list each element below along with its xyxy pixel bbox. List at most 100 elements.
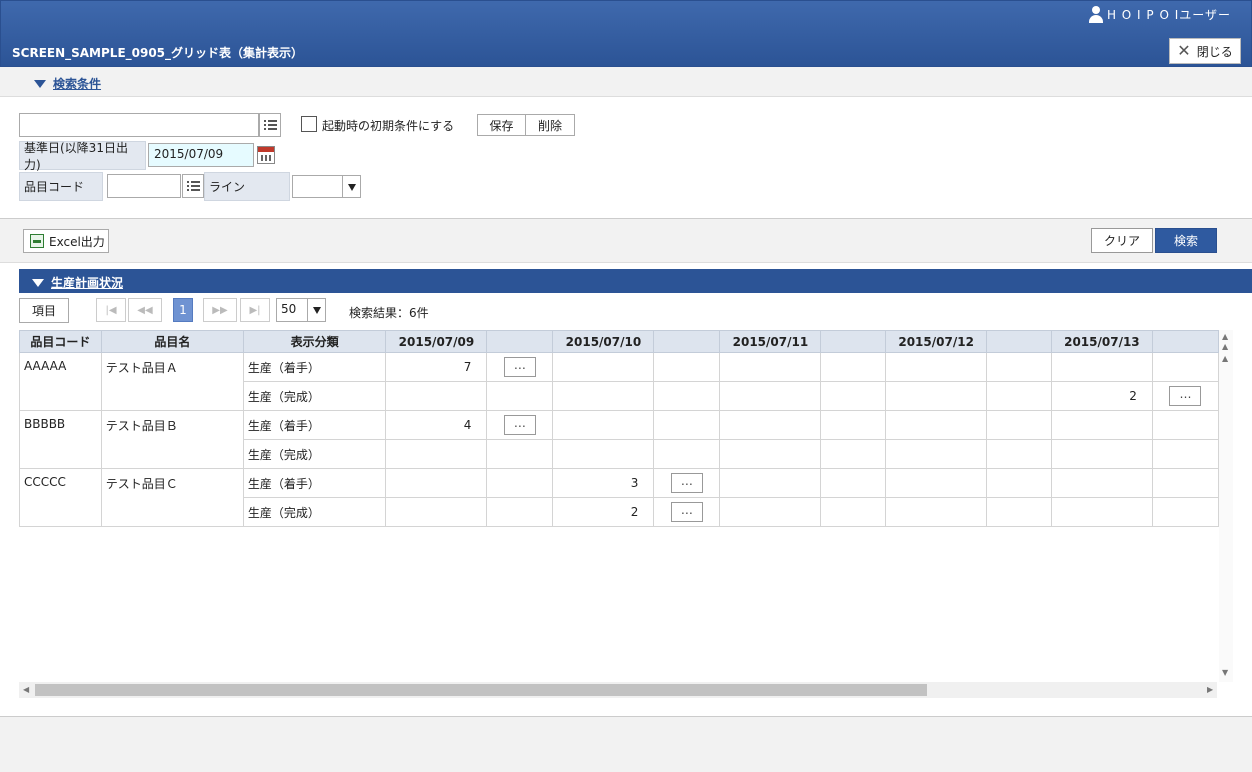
last-page-button[interactable]: ▶| [240, 298, 270, 322]
user-info[interactable]: H O I P O Iユーザー [1088, 6, 1231, 23]
user-name: H O I P O Iユーザー [1106, 8, 1231, 22]
detail-cell [1151, 497, 1219, 527]
detail-cell [1151, 439, 1219, 469]
columns-button[interactable]: 項目 [19, 298, 69, 323]
header-date[interactable]: 2015/07/11 [719, 330, 822, 353]
detail-cell [486, 468, 554, 498]
search-conditions-header: 検索条件 [0, 67, 1252, 97]
item-code-cell: CCCCC [19, 468, 102, 527]
value-cell [885, 352, 988, 382]
scroll-left-icon[interactable]: ◀ [23, 685, 29, 694]
item-code-cell: BBBBB [19, 410, 102, 469]
value-cell [552, 352, 655, 382]
result-section-toggle[interactable]: 生産計画状況 [32, 274, 123, 291]
result-section-header: 生産計画状況 [19, 269, 1252, 293]
scroll-right-icon[interactable]: ▶ [1207, 685, 1213, 694]
preset-condition-input[interactable] [19, 113, 259, 137]
detail-cell [986, 381, 1052, 411]
close-icon: ✕ [1177, 41, 1191, 60]
table-row[interactable]: AAAAA テスト品目Ａ 生産（着手） 7… [19, 352, 1219, 411]
detail-cell [986, 468, 1052, 498]
detail-button[interactable]: … [503, 357, 536, 377]
item-name-cell: テスト品目Ａ [100, 352, 244, 411]
result-section-label: 生産計画状況 [51, 276, 124, 290]
horizontal-scroll-thumb[interactable] [35, 684, 927, 696]
value-cell [885, 497, 988, 527]
value-cell [552, 381, 655, 411]
prev-page-icon: ◀◀ [137, 304, 153, 316]
header-date[interactable]: 2015/07/12 [885, 330, 988, 353]
clear-button[interactable]: クリア [1091, 228, 1153, 253]
base-date-input[interactable]: 2015/07/09 [148, 143, 254, 167]
header-date[interactable]: 2015/07/09 [385, 330, 488, 353]
value-cell [885, 410, 988, 440]
detail-cell [653, 381, 721, 411]
value-cell [1050, 352, 1153, 382]
action-bar: Excel出力 クリア 検索 [0, 219, 1252, 263]
excel-icon [30, 234, 44, 248]
result-count: 検索結果：6件 [349, 306, 429, 320]
next-page-button[interactable]: ▶▶ [203, 298, 237, 322]
scroll-up-icon[interactable]: ▲ [1222, 332, 1228, 341]
startup-default-checkbox[interactable] [301, 116, 317, 132]
current-page[interactable]: 1 [173, 298, 193, 322]
detail-cell [986, 410, 1052, 440]
prev-page-button[interactable]: ◀◀ [128, 298, 162, 322]
detail-cell [820, 497, 887, 527]
detail-cell [820, 381, 887, 411]
detail-cell [486, 497, 554, 527]
value-cell: 2 [552, 497, 655, 527]
line-select[interactable] [292, 175, 361, 198]
first-page-button[interactable]: |◀ [96, 298, 126, 322]
table-row[interactable]: BBBBB テスト品目Ｂ 生産（着手） 4… [19, 410, 1219, 469]
detail-cell: … [653, 497, 721, 527]
item-code-input[interactable] [107, 174, 181, 198]
base-date-label: 基準日(以降31日出力) [19, 141, 146, 172]
header-date[interactable]: 2015/07/13 [1050, 330, 1153, 353]
value-cell [385, 439, 488, 469]
category-cell: 生産（着手） [242, 468, 387, 498]
header-item-code[interactable]: 品目コード [19, 330, 102, 353]
header-item-name[interactable]: 品目名 [100, 330, 244, 353]
item-code-cell: AAAAA [19, 352, 102, 411]
value-cell [719, 410, 822, 440]
item-name-cell: テスト品目Ｂ [100, 410, 244, 469]
save-button[interactable]: 保存 [477, 114, 526, 136]
vertical-scrollbar[interactable]: ▲ ▲ ▲ ▼ [1219, 330, 1233, 682]
preset-list-button[interactable] [259, 113, 281, 137]
scroll-up-icon[interactable]: ▲ [1222, 342, 1228, 351]
first-page-icon: |◀ [105, 304, 117, 316]
item-code-label: 品目コード [19, 172, 103, 201]
list-icon [186, 181, 200, 191]
header-date[interactable]: 2015/07/10 [552, 330, 655, 353]
scroll-down-icon[interactable]: ▼ [1222, 668, 1228, 677]
calendar-icon[interactable] [257, 146, 275, 164]
detail-button[interactable]: … [1169, 386, 1202, 406]
detail-button[interactable]: … [503, 415, 536, 435]
scroll-up-icon[interactable]: ▲ [1222, 354, 1228, 363]
page-size-value: 50 [281, 302, 297, 316]
table-row[interactable]: CCCCC テスト品目Ｃ 生産（着手） 3… [19, 468, 1219, 527]
category-cell: 生産（完成） [242, 439, 387, 469]
page-size-select[interactable]: 50 [276, 298, 326, 322]
search-conditions-toggle[interactable]: 検索条件 [34, 75, 101, 92]
close-label: 閉じる [1196, 44, 1233, 59]
search-button[interactable]: 検索 [1155, 228, 1217, 253]
detail-button[interactable]: … [670, 473, 703, 493]
value-cell [719, 439, 822, 469]
delete-button[interactable]: 削除 [525, 114, 575, 136]
value-cell: 7 [385, 352, 488, 382]
detail-cell [1151, 352, 1219, 382]
detail-cell [486, 439, 554, 469]
header-category[interactable]: 表示分類 [242, 330, 387, 353]
close-button[interactable]: ✕ 閉じる [1169, 38, 1241, 64]
detail-button[interactable]: … [670, 502, 703, 522]
excel-export-button[interactable]: Excel出力 [23, 229, 109, 253]
value-cell: 2 [1050, 381, 1153, 411]
value-cell [385, 468, 488, 498]
excel-export-label: Excel出力 [49, 234, 105, 249]
value-cell [1050, 439, 1153, 469]
category-cell: 生産（完成） [242, 381, 387, 411]
horizontal-scrollbar[interactable]: ◀ ▶ [19, 682, 1217, 698]
item-code-list-button[interactable] [182, 174, 204, 198]
